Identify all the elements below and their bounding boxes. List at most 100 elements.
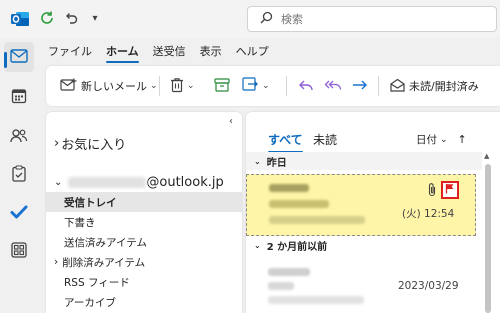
move-to-button[interactable]: ⌄ [242,74,270,98]
favorites-label: お気に入り [61,138,127,153]
flag-button[interactable] [441,181,459,199]
folder-sent[interactable]: 送信済みアイテム [46,232,242,252]
app-navigation-rail [0,38,38,313]
folder-rss[interactable]: RSS フィード [46,272,242,292]
favorites-header[interactable]: › お気に入り [54,134,126,153]
apps-grid-icon [11,241,27,261]
scroll-up-icon[interactable]: ▲ [484,152,489,160]
group-label: 昨日 [266,157,287,169]
account-header[interactable]: ⌄ @outlook.jp [54,175,224,190]
rail-tasks-button[interactable] [4,160,34,190]
search-icon [260,11,273,27]
chevron-down-icon: ⌄ [54,177,63,188]
scrollbar-thumb[interactable] [485,164,491,313]
paperclip-icon [427,182,437,200]
rail-calendar-button[interactable] [4,82,34,112]
search-input[interactable] [281,12,461,26]
tab-view[interactable]: 表示 [200,39,222,63]
sort-label: 日付 [416,134,437,146]
tab-help[interactable]: ヘルプ [236,39,269,63]
folder-label: 削除済みアイテム [62,256,146,269]
reply-all-button[interactable] [324,74,342,98]
forward-button[interactable] [352,74,368,98]
ribbon-toolbar: 新しいメール ⌄ ⌄ ⌄ 未読/開封済み [46,66,500,106]
calendar-icon [11,88,27,107]
rail-people-button[interactable] [4,122,34,152]
folder-pane: ‹ › お気に入り ⌄ @outlook.jp 受信トレイ 下書き 送信済みアイ… [46,112,242,313]
tab-unread[interactable]: 未読 [313,131,337,148]
reply-icon [298,78,314,95]
new-mail-icon [60,78,77,95]
redacted-preview [268,296,364,304]
account-email: @outlook.jp [146,175,224,190]
move-folder-icon [242,77,259,95]
folder-label: 下書き [64,216,96,229]
message-item[interactable]: 2023/03/29 [246,256,476,313]
folder-label: 送信済みアイテム [64,236,147,249]
archive-icon [214,77,230,95]
chevron-down-icon: ⌄ [254,156,261,166]
search-box[interactable] [247,6,497,32]
message-date: 2023/03/29 [398,280,459,292]
message-list: すべて 未読 日付 ⌄ ↑ ⌄ 昨日 (火) 12:54 ⌄ 2 か月前以前 2… [246,112,500,313]
forward-icon [352,78,368,95]
redacted-sender [268,268,310,276]
redacted-preview [269,216,365,224]
ribbon-divider [159,76,160,96]
folder-drafts[interactable]: 下書き [46,212,242,232]
folder-archive[interactable]: アーカイブ [46,292,242,312]
scrollbar[interactable]: ▲ [482,152,494,313]
tab-all[interactable]: すべて [268,131,303,153]
sort-button[interactable]: 日付 ⌄ ↑ [416,132,467,147]
folder-label: 受信トレイ [64,196,117,209]
tab-file[interactable]: ファイル [48,39,92,63]
message-item[interactable]: (火) 12:54 [246,174,476,236]
folder-label: RSS フィード [64,276,130,289]
reply-button[interactable] [298,74,314,98]
chevron-down-icon: ⌄ [440,134,448,145]
redacted-subject [269,200,329,208]
reply-all-icon [324,78,342,95]
chevron-down-icon: ⌄ [254,240,261,250]
read-unread-label: 未読/開封済み [409,80,479,93]
message-time: (火) 12:54 [402,208,455,220]
rail-apps-button[interactable] [4,236,34,266]
group-header[interactable]: ⌄ 2 か月前以前 [246,236,482,254]
tab-send-receive[interactable]: 送受信 [153,39,186,63]
chevron-down-icon[interactable]: ⌄ [187,81,195,91]
folder-inbox[interactable]: 受信トレイ [46,192,242,212]
quick-access-dropdown-icon[interactable]: ▾ [86,9,104,27]
collapse-pane-icon[interactable]: ‹ [229,116,233,127]
sync-icon[interactable] [38,9,56,27]
chevron-down-icon[interactable]: ⌄ [150,81,158,91]
clipboard-icon [12,165,26,185]
rail-todo-button[interactable] [4,198,34,228]
group-header[interactable]: ⌄ 昨日 [246,152,482,170]
archive-button[interactable] [214,74,230,98]
undo-icon[interactable] [62,9,80,27]
new-mail-label: 新しいメール [81,80,147,93]
redacted-subject [268,282,294,290]
ribbon-divider [378,76,379,96]
folder-deleted[interactable]: › 削除済みアイテム [46,252,242,272]
outlook-app-icon [10,9,30,29]
rail-mail-button[interactable] [4,42,34,72]
read-unread-button[interactable]: 未読/開封済み [390,74,479,98]
chevron-right-icon[interactable]: › [54,256,58,268]
chevron-down-icon[interactable]: ⌄ [262,81,270,91]
chevron-right-icon: › [54,136,60,151]
new-mail-button[interactable]: 新しいメール ⌄ [60,74,158,98]
ribbon-tabs: ファイル ホーム 送受信 表示 ヘルプ [38,38,500,64]
redacted-username [68,177,147,188]
mail-icon [10,48,28,66]
group-label: 2 か月前以前 [266,241,328,253]
people-icon [10,128,28,147]
trash-icon [170,77,184,96]
folder-label: アーカイブ [64,296,116,309]
envelope-open-icon [390,78,405,95]
active-indicator [4,52,7,68]
tab-home[interactable]: ホーム [106,39,139,63]
sort-direction-icon[interactable]: ↑ [458,133,467,146]
delete-button[interactable]: ⌄ [170,74,195,98]
flag-icon [445,183,455,197]
